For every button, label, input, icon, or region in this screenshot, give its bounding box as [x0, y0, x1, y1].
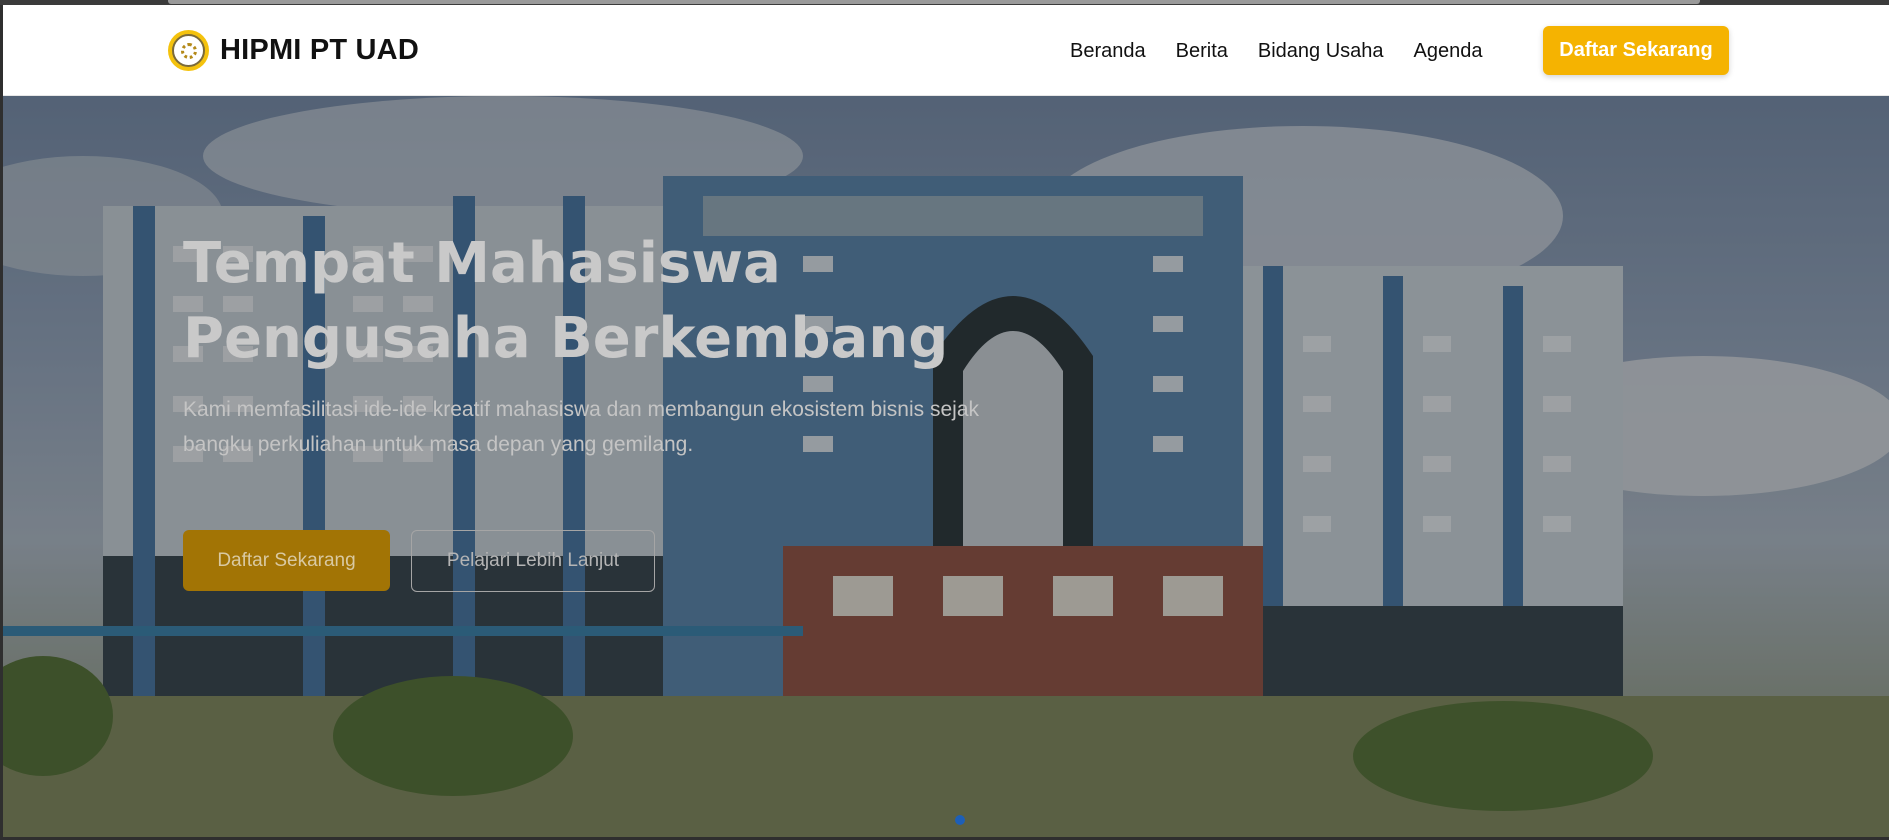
hero-title: Tempat Mahasiswa Pengusaha Berkembang [183, 226, 1003, 376]
nav-register-button[interactable]: Daftar Sekarang [1543, 26, 1729, 75]
carousel-indicator-dot[interactable] [955, 815, 965, 825]
nav-link-bidang-usaha[interactable]: Bidang Usaha [1258, 40, 1384, 63]
nav-links: Beranda Berita Bidang Usaha Agenda [1070, 40, 1513, 63]
hero-section: Tempat Mahasiswa Pengusaha Berkembang Ka… [3, 96, 1889, 837]
hero-overlay [3, 96, 1889, 837]
nav-link-agenda[interactable]: Agenda [1414, 40, 1483, 63]
hero-title-line-2: Pengusaha Berkembang [183, 306, 949, 371]
nav-link-berita[interactable]: Berita [1176, 40, 1228, 63]
scroll-indicator [168, 0, 1700, 4]
hero-learn-more-button[interactable]: Pelajari Lebih Lanjut [411, 530, 655, 592]
browser-frame: HIPMI PT UAD Beranda Berita Bidang Usaha… [0, 0, 1889, 840]
hero-title-line-1: Tempat Mahasiswa [183, 231, 781, 296]
navbar: HIPMI PT UAD Beranda Berita Bidang Usaha… [3, 5, 1889, 96]
page: HIPMI PT UAD Beranda Berita Bidang Usaha… [3, 5, 1889, 837]
brand-name: HIPMI PT UAD [220, 34, 419, 66]
hero-actions: Daftar Sekarang Pelajari Lebih Lanjut [183, 530, 655, 592]
hero-description: Kami memfasilitasi ide-ide kreatif mahas… [183, 398, 980, 456]
hipmi-logo-icon [168, 30, 209, 71]
nav-link-beranda[interactable]: Beranda [1070, 40, 1146, 63]
hero-register-button[interactable]: Daftar Sekarang [183, 530, 390, 591]
hero-content: Tempat Mahasiswa Pengusaha Berkembang Ka… [183, 226, 1003, 462]
brand[interactable]: HIPMI PT UAD [168, 30, 419, 71]
